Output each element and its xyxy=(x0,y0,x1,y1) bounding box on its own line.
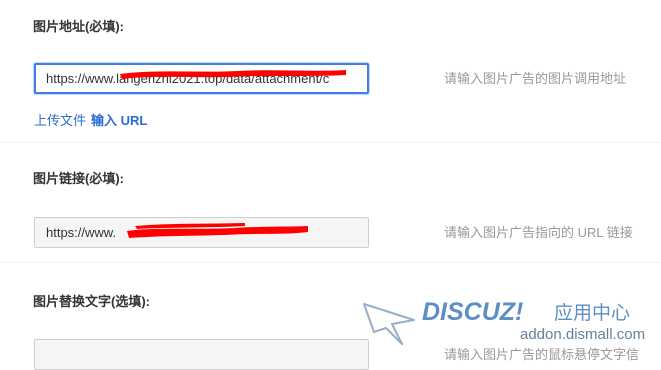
svg-text:addon.dismall.com: addon.dismall.com xyxy=(520,326,645,343)
redaction-mark xyxy=(127,223,308,238)
svg-text:DISCUZ!: DISCUZ! xyxy=(422,298,523,326)
alt-text-input[interactable] xyxy=(34,339,369,370)
svg-text:应用中心: 应用中心 xyxy=(554,302,630,324)
image-link-hint: 请输入图片广告指向的 URL 链接 xyxy=(444,225,633,240)
input-url-link[interactable]: 输入 URL xyxy=(91,113,147,128)
discuz-watermark-logo: DISCUZ! 应用中心 addon.dismall.com xyxy=(363,298,645,345)
upload-links: 上传文件 输入 URL xyxy=(34,110,147,129)
image-link-label: 图片链接(必填): xyxy=(33,171,124,186)
section-divider xyxy=(0,262,661,263)
image-address-label: 图片地址(必填): xyxy=(33,19,124,34)
alt-text-label: 图片替换文字(选填): xyxy=(33,294,150,309)
redaction-mark xyxy=(120,70,346,79)
image-address-hint: 请输入图片广告的图片调用地址 xyxy=(444,71,627,86)
section-divider xyxy=(0,142,661,143)
upload-file-link[interactable]: 上传文件 xyxy=(34,113,86,128)
